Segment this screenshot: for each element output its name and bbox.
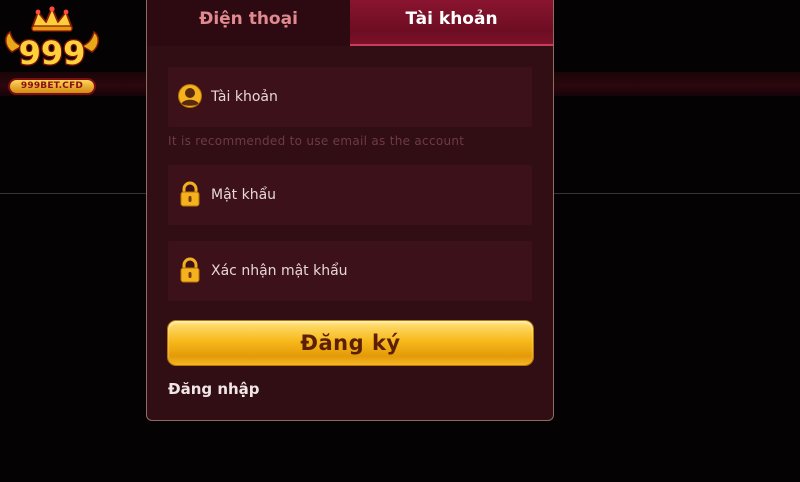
account-field-label: Tài khoản — [211, 89, 278, 105]
site-logo[interactable]: 999 999BET.CFD — [2, 6, 102, 95]
register-button[interactable]: Đăng ký — [168, 321, 533, 365]
lock-icon — [178, 181, 202, 207]
confirm-password-field-label: Xác nhận mật khẩu — [211, 263, 348, 279]
password-field-label: Mật khẩu — [211, 187, 277, 203]
crown-icon: 999 — [5, 6, 99, 73]
tab-account[interactable]: Tài khoản — [350, 0, 553, 46]
login-link[interactable]: Đăng nhập — [168, 380, 260, 398]
auth-tabs: Điện thoại Tài khoản — [147, 0, 553, 46]
register-panel: Điện thoại Tài khoản Tài khoản It is rec… — [146, 0, 554, 421]
user-avatar-icon — [178, 83, 202, 109]
logo-wordmark: 999BET.CFD — [8, 78, 96, 95]
password-field[interactable]: Mật khẩu — [168, 165, 532, 225]
tab-phone[interactable]: Điện thoại — [147, 0, 350, 46]
account-field[interactable]: Tài khoản — [168, 67, 532, 127]
logo-number: 999 — [19, 34, 86, 72]
lock-icon — [178, 257, 202, 283]
account-hint: It is recommended to use email as the ac… — [168, 134, 465, 148]
confirm-password-field[interactable]: Xác nhận mật khẩu — [168, 241, 532, 301]
